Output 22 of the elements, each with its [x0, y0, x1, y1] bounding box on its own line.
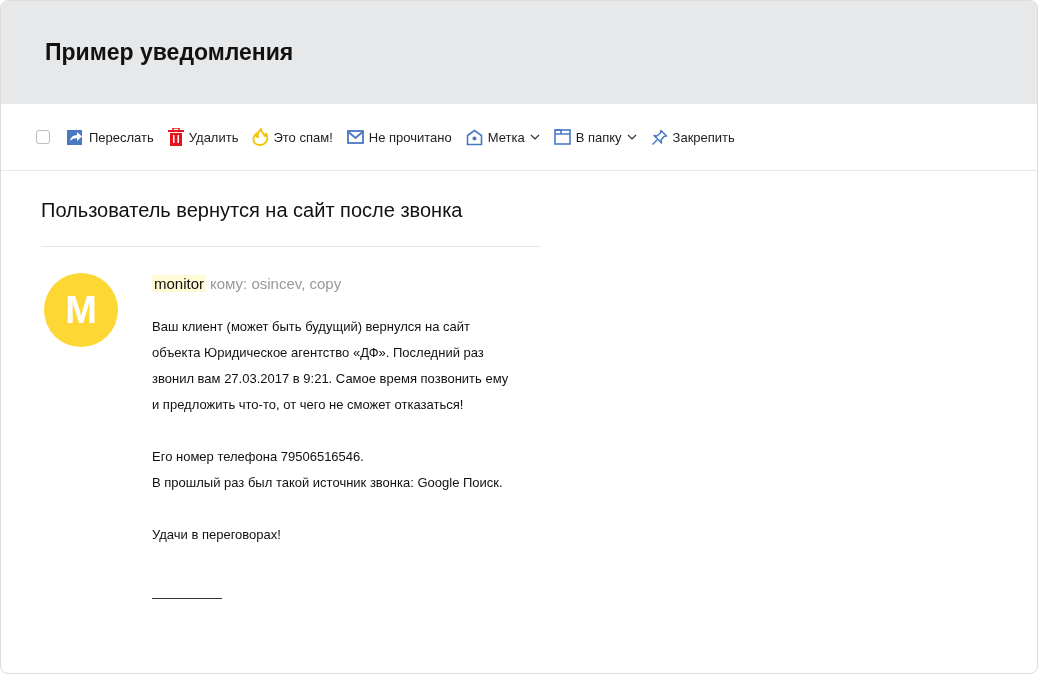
message-paragraph: Его номер телефона 79506516546. В прошлый раз был такой источник звонка: Google Поиск.: [152, 448, 504, 492]
toolbar-button[interactable]: Удалить: [167, 126, 239, 148]
toolbar-button[interactable]: Закрепить: [650, 126, 735, 148]
select-checkbox[interactable]: [36, 130, 50, 144]
pin-icon: [650, 128, 668, 146]
message-paragraph: Удачи в переговорах!: [152, 526, 282, 544]
toolbar-button[interactable]: Метка: [465, 126, 540, 148]
flame-icon: [252, 128, 269, 146]
avatar: M: [44, 273, 118, 347]
envelope-icon: [346, 130, 364, 144]
toolbar-button[interactable]: Это спам!: [252, 126, 333, 148]
toolbar-button[interactable]: В папку: [553, 127, 637, 147]
trash-icon: [167, 128, 184, 146]
message-subject: Пользователь вернутся на сайт после звонка: [41, 199, 541, 247]
folder-icon: [553, 129, 571, 145]
message-paragraph: Ваш клиент (может быть будущий) вернулся на сайт объекта Юридическое агентство «ДФ». Последний раз звонил вам 27.03.2017 в 9:21. Самое время позвонить ему и предложить что-то, от чего не сможет отказаться!: [152, 318, 509, 414]
toolbar-button[interactable]: Не прочитано: [346, 127, 452, 147]
tag-icon: [465, 128, 483, 146]
toolbar-button[interactable]: Переслать: [66, 126, 154, 148]
recipients: кому: osincev, copy: [210, 275, 342, 292]
page-title: Пример уведомления: [45, 39, 294, 66]
sender-name: monitor: [152, 275, 207, 292]
